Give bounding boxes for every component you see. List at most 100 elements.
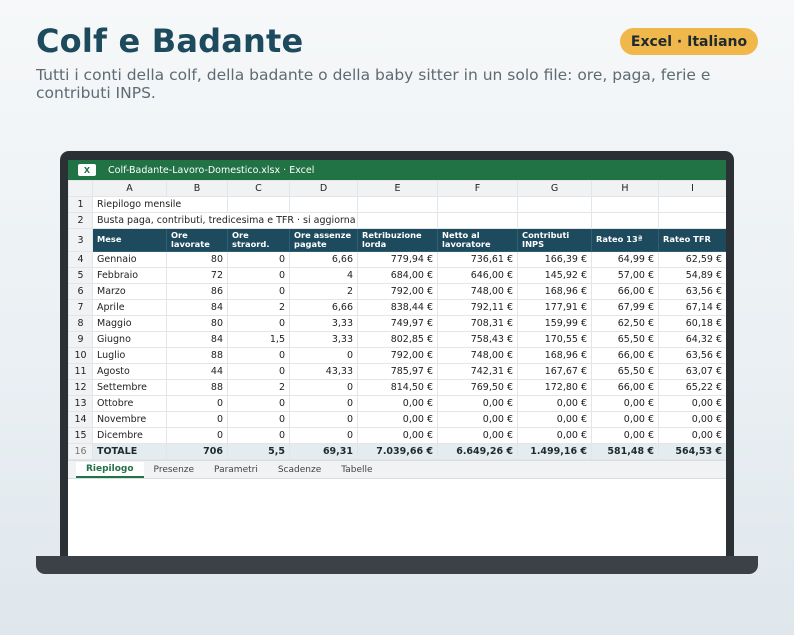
value-cell[interactable]: 168,96 € [517, 347, 592, 364]
column-header[interactable]: F [437, 180, 518, 197]
total-label-cell[interactable]: TOTALE [92, 443, 167, 460]
row-number[interactable]: 11 [68, 363, 93, 380]
sheet-tab-parametri[interactable]: Parametri [204, 462, 268, 478]
value-cell[interactable]: 88 [166, 347, 228, 364]
value-cell[interactable]: 67,14 € [658, 299, 726, 316]
value-cell[interactable]: 2 [227, 379, 290, 396]
value-cell[interactable]: 88 [166, 379, 228, 396]
value-cell[interactable]: 66,00 € [591, 283, 659, 300]
empty-cell[interactable] [517, 196, 592, 213]
month-cell[interactable]: Luglio [92, 347, 167, 364]
value-cell[interactable]: 44 [166, 363, 228, 380]
value-cell[interactable]: 65,22 € [658, 379, 726, 396]
row-number[interactable]: 2 [68, 212, 93, 229]
value-cell[interactable]: 0 [289, 411, 358, 428]
sheet-title-cell[interactable]: Riepilogo mensile [92, 196, 228, 213]
value-cell[interactable]: 684,00 € [357, 267, 438, 284]
total-value-cell[interactable]: 7.039,66 € [357, 443, 438, 460]
value-cell[interactable]: 177,91 € [517, 299, 592, 316]
row-number[interactable]: 16 [68, 443, 93, 460]
month-cell[interactable]: Maggio [92, 315, 167, 332]
total-value-cell[interactable]: 6.649,26 € [437, 443, 518, 460]
value-cell[interactable]: 2 [227, 299, 290, 316]
value-cell[interactable]: 0,00 € [437, 427, 518, 444]
value-cell[interactable]: 0,00 € [357, 411, 438, 428]
value-cell[interactable]: 742,31 € [437, 363, 518, 380]
value-cell[interactable]: 3,33 [289, 315, 358, 332]
value-cell[interactable]: 0 [289, 427, 358, 444]
value-cell[interactable]: 67,99 € [591, 299, 659, 316]
month-cell[interactable]: Giugno [92, 331, 167, 348]
value-cell[interactable]: 0 [227, 363, 290, 380]
value-cell[interactable]: 0 [289, 395, 358, 412]
empty-cell[interactable] [227, 196, 290, 213]
value-cell[interactable]: 166,39 € [517, 251, 592, 268]
header-cell[interactable]: Ore straord. [227, 228, 290, 252]
row-number[interactable]: 8 [68, 315, 93, 332]
empty-cell[interactable] [517, 212, 592, 229]
header-cell[interactable]: Ore lavorate [166, 228, 228, 252]
header-cell[interactable]: Mese [92, 228, 167, 252]
value-cell[interactable]: 84 [166, 331, 228, 348]
value-cell[interactable]: 62,59 € [658, 251, 726, 268]
sheet-note-cell[interactable]: Busta paga, contributi, tredicesima e TF… [92, 212, 358, 229]
month-cell[interactable]: Marzo [92, 283, 167, 300]
month-cell[interactable]: Settembre [92, 379, 167, 396]
row-number[interactable]: 3 [68, 228, 93, 252]
sheet-tab-scadenze[interactable]: Scadenze [268, 462, 331, 478]
value-cell[interactable]: 60,18 € [658, 315, 726, 332]
sheet-tab-presenze[interactable]: Presenze [144, 462, 205, 478]
value-cell[interactable]: 86 [166, 283, 228, 300]
value-cell[interactable]: 65,50 € [591, 363, 659, 380]
month-cell[interactable]: Aprile [92, 299, 167, 316]
empty-cell[interactable] [357, 212, 438, 229]
value-cell[interactable]: 748,00 € [437, 283, 518, 300]
value-cell[interactable]: 814,50 € [357, 379, 438, 396]
value-cell[interactable]: 0 [227, 411, 290, 428]
value-cell[interactable]: 0 [227, 347, 290, 364]
value-cell[interactable]: 785,97 € [357, 363, 438, 380]
row-number[interactable]: 10 [68, 347, 93, 364]
month-cell[interactable]: Novembre [92, 411, 167, 428]
value-cell[interactable]: 0 [166, 427, 228, 444]
value-cell[interactable]: 80 [166, 251, 228, 268]
value-cell[interactable]: 168,96 € [517, 283, 592, 300]
value-cell[interactable]: 62,50 € [591, 315, 659, 332]
value-cell[interactable]: 0 [166, 411, 228, 428]
value-cell[interactable]: 145,92 € [517, 267, 592, 284]
value-cell[interactable]: 0,00 € [357, 427, 438, 444]
row-number[interactable]: 12 [68, 379, 93, 396]
value-cell[interactable]: 80 [166, 315, 228, 332]
header-cell[interactable]: Rateo TFR [658, 228, 726, 252]
value-cell[interactable]: 172,80 € [517, 379, 592, 396]
value-cell[interactable]: 0,00 € [591, 411, 659, 428]
value-cell[interactable]: 6,66 [289, 251, 358, 268]
month-cell[interactable]: Agosto [92, 363, 167, 380]
column-header[interactable]: C [227, 180, 290, 197]
empty-cell[interactable] [658, 196, 726, 213]
value-cell[interactable]: 0,00 € [658, 411, 726, 428]
value-cell[interactable]: 0,00 € [591, 395, 659, 412]
value-cell[interactable]: 66,00 € [591, 379, 659, 396]
value-cell[interactable]: 736,61 € [437, 251, 518, 268]
value-cell[interactable]: 0,00 € [658, 427, 726, 444]
value-cell[interactable]: 43,33 [289, 363, 358, 380]
row-number[interactable]: 13 [68, 395, 93, 412]
value-cell[interactable]: 0,00 € [517, 395, 592, 412]
value-cell[interactable]: 72 [166, 267, 228, 284]
value-cell[interactable]: 769,50 € [437, 379, 518, 396]
month-cell[interactable]: Ottobre [92, 395, 167, 412]
value-cell[interactable]: 54,89 € [658, 267, 726, 284]
value-cell[interactable]: 64,32 € [658, 331, 726, 348]
value-cell[interactable]: 0 [227, 251, 290, 268]
value-cell[interactable]: 792,00 € [357, 283, 438, 300]
column-header[interactable]: H [591, 180, 659, 197]
value-cell[interactable]: 3,33 [289, 331, 358, 348]
value-cell[interactable]: 749,97 € [357, 315, 438, 332]
value-cell[interactable]: 63,56 € [658, 347, 726, 364]
empty-cell[interactable] [357, 196, 438, 213]
value-cell[interactable]: 84 [166, 299, 228, 316]
header-cell[interactable]: Netto al lavoratore [437, 228, 518, 252]
total-value-cell[interactable]: 1.499,16 € [517, 443, 592, 460]
month-cell[interactable]: Febbraio [92, 267, 167, 284]
